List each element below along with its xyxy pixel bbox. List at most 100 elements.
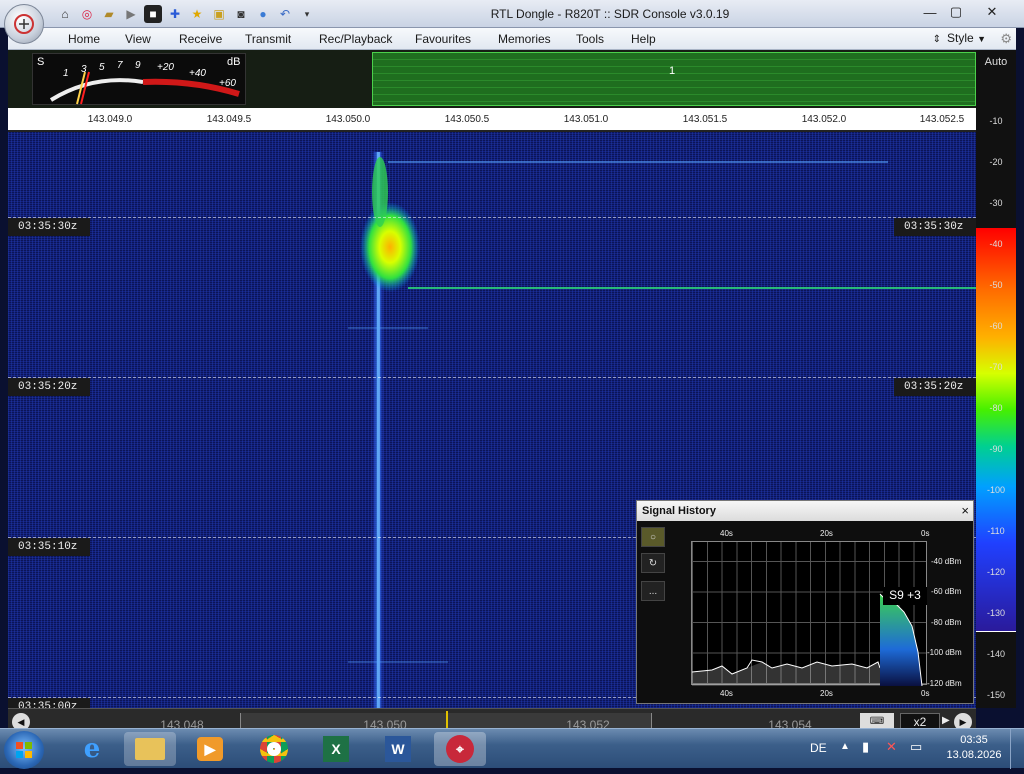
ie-icon[interactable]: e [66,732,118,766]
minimize-button[interactable]: — [918,2,942,22]
media-player-icon[interactable]: ▶ [184,732,236,766]
level-auto-button[interactable]: Auto [976,56,1016,68]
maximize-button[interactable]: ▢ [944,2,968,22]
menu-rec-playback[interactable]: Rec/Playback [319,32,392,46]
time-marker-line [8,217,976,218]
style-menu[interactable]: ⇕ Style ▼ [933,31,986,45]
sdr-console-icon[interactable]: ⌖ [434,732,486,766]
freq-label: 143.051.0 [563,114,609,125]
freq-label: 143.049.0 [87,114,133,125]
spectrum-overview[interactable]: 1 [372,52,976,106]
freq-label: 143.052.5 [919,114,965,125]
window-title: RTL Dongle - R820T :: SDR Console v3.0.1… [490,7,730,21]
volume-muted-icon[interactable]: ✕ [886,739,897,755]
show-desktop-button[interactable] [1010,729,1024,769]
time-label-bottom: 40s [720,689,733,698]
star-icon[interactable]: ★ [188,5,206,23]
lock-icon[interactable]: ▣ [210,5,228,23]
stop-icon[interactable]: ■ [144,5,162,23]
menu-transmit[interactable]: Transmit [245,32,291,46]
overview-marker: 1 [669,65,676,77]
language-indicator[interactable]: DE [810,741,827,755]
freq-label: 143.052.0 [801,114,847,125]
menu-help[interactable]: Help [631,32,656,46]
time-label-top: 40s [720,529,733,538]
chevron-down-icon: ▼ [977,34,986,44]
level-label: -120 [986,567,1005,577]
signal-history-close-button[interactable]: × [961,503,969,518]
menu-receive[interactable]: Receive [179,32,222,46]
level-label: -80 [989,403,1003,413]
s-meter-s-label: S [37,56,45,68]
level-threshold-line[interactable] [976,631,1016,632]
signal-history-more-button[interactable]: ... [641,581,665,601]
s-meter-tick: 1 [63,68,69,79]
freq-label: 143.049.5 [206,114,252,125]
chrome-icon[interactable] [248,732,300,766]
undo-icon[interactable]: ↶ [276,5,294,23]
s-meter-tick: +40 [189,68,206,79]
menu-home[interactable]: Home [68,32,100,46]
time-label-bottom: 0s [921,689,930,698]
dbm-label: -100 dBm [927,648,962,657]
dbm-label: -40 dBm [931,557,962,566]
s-meter-db-label: dB [227,56,241,68]
play-icon[interactable]: ▶ [122,5,140,23]
gear-icon[interactable]: ⚙ [1000,31,1012,47]
play-icon: ▶ [197,737,223,761]
lifebuoy-icon[interactable]: ◎ [78,5,96,23]
level-label: -140 [986,649,1005,659]
app-logo-icon [14,14,34,34]
timestamp-left: 03:35:10z [8,538,90,556]
network-icon[interactable]: ▮ [862,739,869,755]
clock-date[interactable]: 13.08.2026 [944,749,1004,761]
drop-icon[interactable]: ● [254,5,272,23]
chrome-logo-icon [260,735,288,763]
quick-access-toolbar: ⌂ ◎ ▰ ▶ ■ ✚ ★ ▣ ◙ ● ↶ ▾ [56,5,316,23]
show-hidden-icons-icon[interactable]: ▲ [840,741,850,752]
level-label: -90 [989,444,1003,454]
level-label: -40 [989,239,1003,249]
timestamp-right: 03:35:20z [894,378,976,396]
clock-time[interactable]: 03:35 [944,734,1004,746]
display-icon[interactable]: ▭ [910,739,922,755]
menu-view[interactable]: View [125,32,151,46]
level-label: -130 [986,608,1005,618]
level-scale[interactable]: Auto -10 -20 -30 -40 -50 -60 -70 -80 -90… [976,50,1016,708]
menu-memories[interactable]: Memories [498,32,551,46]
start-button[interactable] [4,731,44,769]
top-panel: S dB 1 3 5 7 9 +20 +40 +60 1 [8,50,976,108]
time-label-top: 20s [820,529,833,538]
explorer-icon[interactable] [124,732,176,766]
level-label: -110 [987,526,1005,536]
timestamp-right: 03:35:30z [894,218,976,236]
folder-icon[interactable]: ▰ [100,5,118,23]
s-meter-tick: +60 [219,78,236,89]
signal-history-title: Signal History [637,501,973,521]
plus-icon[interactable]: ✚ [166,5,184,23]
menu-tools[interactable]: Tools [576,32,604,46]
excel-logo-icon: X [323,736,349,762]
close-button[interactable]: ✕ [980,2,1004,22]
word-icon[interactable]: W [372,732,424,766]
dbm-label: -120 dBm [927,679,962,688]
excel-icon[interactable]: X [310,732,362,766]
folder-icon [135,738,165,760]
time-label-bottom: 20s [820,689,833,698]
signal-history-reset-button[interactable]: ↻ [641,553,665,573]
menu-favourites[interactable]: Favourites [415,32,471,46]
timestamp-left: 03:35:00z [8,698,90,708]
frequency-scale[interactable]: 143.049.0 143.049.5 143.050.0 143.050.5 … [8,108,976,132]
freq-label: 143.050.5 [444,114,490,125]
title-bar: ⌂ ◎ ▰ ▶ ■ ✚ ★ ▣ ◙ ● ↶ ▾ RTL Dongle - R82… [0,0,1024,44]
app-menu-button[interactable] [4,4,44,44]
home-icon[interactable]: ⌂ [56,5,74,23]
dropdown-icon[interactable]: ▾ [298,5,316,23]
signal-history-record-button[interactable]: ○ [641,527,665,547]
antenna-icon: ⌖ [446,735,474,763]
style-chevron-icon: ⇕ [932,34,942,45]
dbm-label: -60 dBm [931,587,962,596]
scroll-right-icon[interactable]: ▶ [942,715,950,726]
camera-icon[interactable]: ◙ [232,5,250,23]
time-label-top: 0s [921,529,930,538]
